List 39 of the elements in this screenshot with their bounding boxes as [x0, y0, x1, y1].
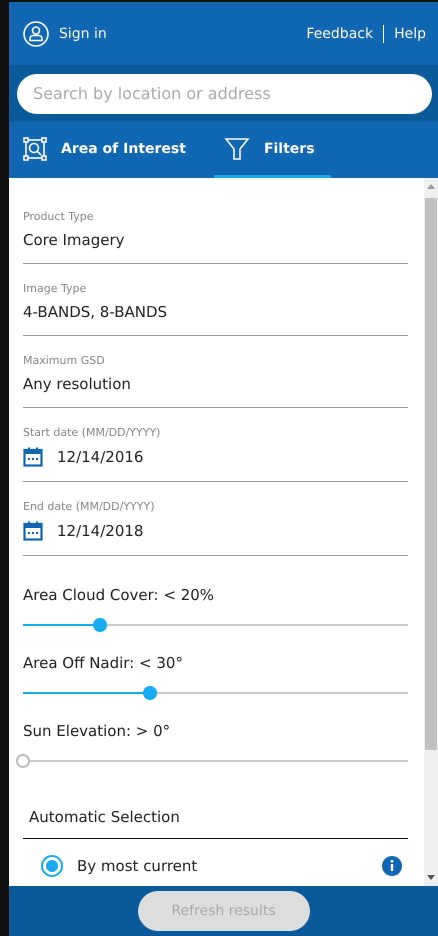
scroll-up-icon[interactable] — [427, 184, 435, 189]
tab[interactable]: Area of Interest — [23, 122, 194, 178]
info-icon[interactable] — [382, 856, 402, 876]
field-label: Maximum GSD — [23, 354, 106, 367]
slider-label: Sun Elevation: > 0° — [23, 722, 172, 740]
header-link[interactable]: Feedback — [306, 26, 374, 42]
filter-icon — [224, 136, 250, 162]
calendar-icon — [23, 447, 43, 467]
section-title: Automatic Selection — [23, 808, 408, 839]
scroll-thumb[interactable] — [425, 198, 437, 750]
field-label: Start date (MM/DD/YYYY) — [23, 426, 162, 439]
form-field[interactable]: Product Type Core Imagery — [23, 200, 408, 264]
calendar-icon — [23, 521, 43, 541]
field-label: Image Type — [23, 282, 88, 295]
slider-label: Area Cloud Cover: < 20% — [23, 586, 216, 604]
field-value: Any resolution — [23, 375, 131, 393]
field-label: End date (MM/DD/YYYY) — [23, 500, 156, 513]
slider-thumb[interactable] — [143, 686, 158, 700]
option-label: By most current — [77, 857, 198, 875]
user-icon — [23, 20, 49, 46]
radio-button[interactable] — [41, 855, 63, 877]
search-field[interactable]: Search by location or address — [17, 74, 432, 114]
area-select-icon — [23, 136, 47, 160]
form-field[interactable]: End date (MM/DD/YYYY) 12/14/2018 — [23, 490, 408, 556]
scrollbar[interactable] — [424, 178, 438, 886]
form-field[interactable]: Maximum GSD Any resolution — [23, 344, 408, 408]
slider-label: Area Off Nadir: < 30° — [23, 654, 184, 672]
field-value: 12/14/2018 — [57, 522, 144, 540]
sign-in-button[interactable]: Sign in — [23, 20, 107, 46]
field-value: Core Imagery — [23, 231, 125, 249]
slider-thumb[interactable] — [93, 618, 107, 632]
field-label: Product Type — [23, 210, 95, 223]
field-value: 4-BANDS, 8-BANDS — [23, 303, 168, 321]
header-link[interactable]: Help — [394, 26, 426, 42]
slider-thumb[interactable] — [16, 754, 30, 768]
form-field[interactable]: Start date (MM/DD/YYYY) 12/14/2016 — [23, 416, 408, 482]
form-field[interactable]: Image Type 4-BANDS, 8-BANDS — [23, 272, 408, 336]
scroll-down-icon[interactable] — [427, 875, 435, 880]
field-value: 12/14/2016 — [57, 448, 144, 466]
